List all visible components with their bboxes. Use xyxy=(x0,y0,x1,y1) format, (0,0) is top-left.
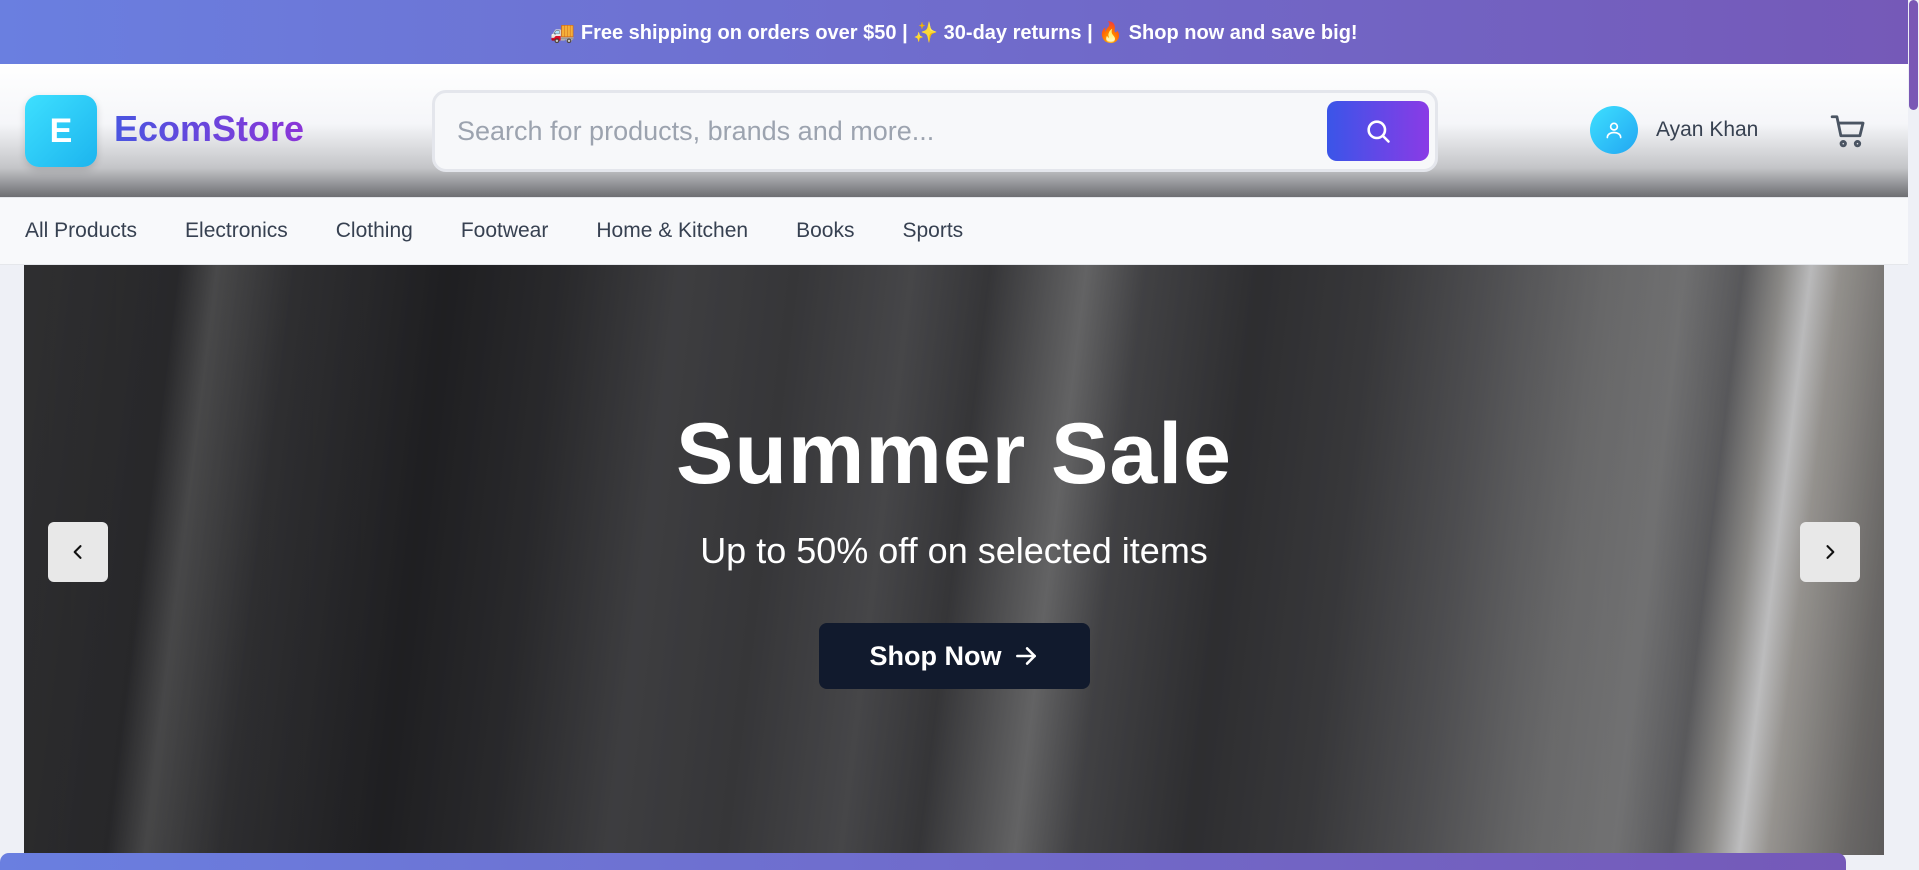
scrollbar-thumb[interactable] xyxy=(1909,0,1918,110)
nav-item-home-kitchen[interactable]: Home & Kitchen xyxy=(596,219,748,243)
nav-item-electronics[interactable]: Electronics xyxy=(185,219,288,243)
user-icon xyxy=(1606,122,1622,139)
carousel-next-button[interactable] xyxy=(1800,522,1860,582)
nav-item-books[interactable]: Books xyxy=(796,219,854,243)
search-button[interactable] xyxy=(1327,101,1429,161)
nav-item-footwear[interactable]: Footwear xyxy=(461,219,549,243)
search-input[interactable] xyxy=(457,107,1307,155)
user-name[interactable]: Ayan Khan xyxy=(1656,118,1758,142)
nav-item-clothing[interactable]: Clothing xyxy=(336,219,413,243)
cart-button[interactable] xyxy=(1828,112,1868,150)
page-scrollbar[interactable] xyxy=(1908,0,1919,870)
arrow-right-icon xyxy=(1016,647,1037,665)
hero-banner: Summer Sale Up to 50% off on selected it… xyxy=(24,265,1884,855)
carousel-prev-button[interactable] xyxy=(48,522,108,582)
user-account[interactable]: Ayan Khan xyxy=(1590,106,1758,154)
search-bar xyxy=(432,90,1438,172)
hero-title: Summer Sale xyxy=(676,406,1232,502)
chevron-right-icon xyxy=(1826,545,1835,559)
search-icon xyxy=(1367,120,1390,143)
cart-icon xyxy=(1830,115,1865,148)
shop-now-label: Shop Now xyxy=(869,640,1002,671)
shop-now-button[interactable]: Shop Now xyxy=(819,623,1090,689)
hero-subtitle: Up to 50% off on selected items xyxy=(700,530,1208,571)
brand-name[interactable]: EcomStore xyxy=(114,108,304,150)
nav-item-sports[interactable]: Sports xyxy=(902,219,963,243)
nav-item-all-products[interactable]: All Products xyxy=(25,219,137,243)
logo-letter: E xyxy=(49,111,73,150)
chevron-left-icon xyxy=(73,545,82,559)
announcement-text: 🚚 Free shipping on orders over $50 | ✨ 3… xyxy=(550,21,1358,44)
avatar[interactable] xyxy=(1590,106,1638,154)
category-nav: All Products Electronics Clothing Footwe… xyxy=(0,197,1908,265)
section-gradient-bar xyxy=(0,853,1846,870)
announcement-bar: 🚚 Free shipping on orders over $50 | ✨ 3… xyxy=(0,0,1908,64)
site-header: E EcomStore Ayan Khan xyxy=(0,64,1908,197)
logo-badge[interactable]: E xyxy=(25,95,97,167)
